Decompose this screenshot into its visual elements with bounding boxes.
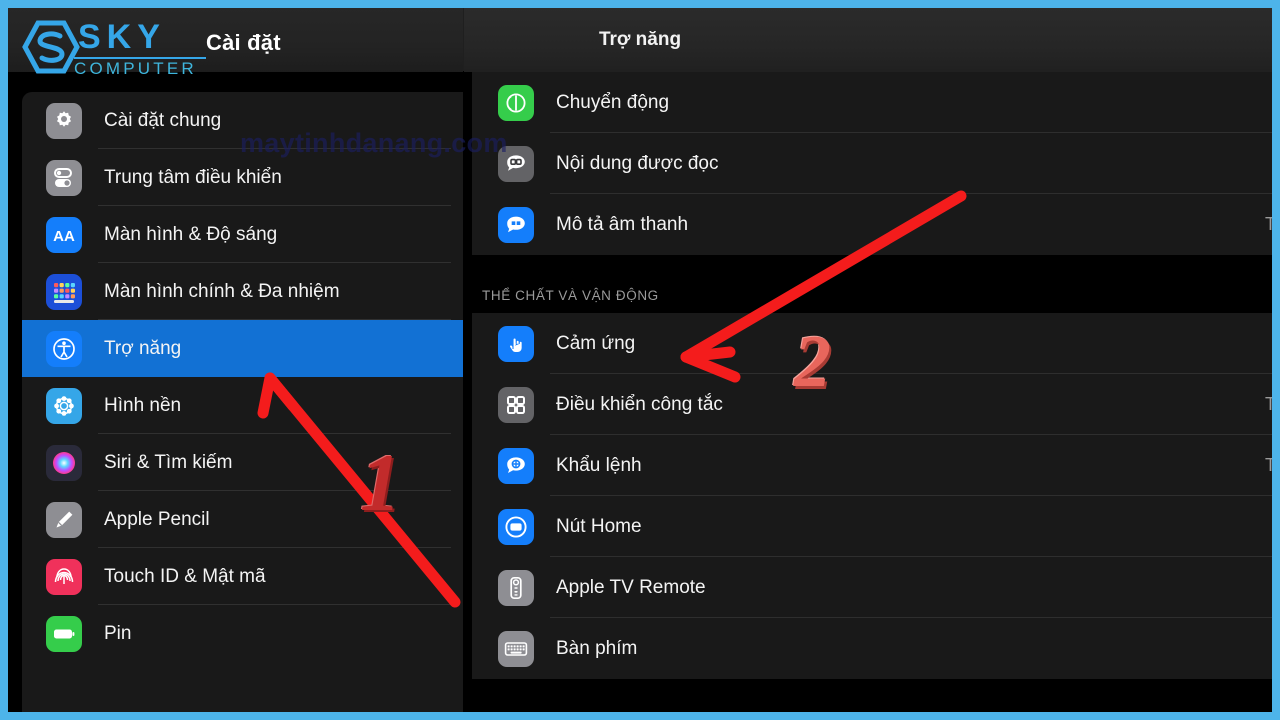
siri-icon [46, 444, 82, 481]
audio-desc-icon [498, 206, 534, 243]
wallpaper-icon [46, 387, 82, 424]
motion-icon [498, 84, 534, 121]
sidebar-item-label: Siri & Tìm kiếm [104, 451, 233, 473]
keyboard-icon [498, 630, 534, 667]
logo-sky-text: SKY [78, 18, 166, 56]
sidebar-item-m-n-h-nh-s-ng[interactable]: AA Màn hình & Độ sáng [22, 206, 463, 263]
toggles-icon [46, 159, 82, 196]
sky-computer-logo: SKY COMPUTER [16, 16, 216, 78]
sidebar-list: Cài đặt chung Trung tâm điều khiển AA Màn h… [22, 92, 463, 712]
settings-row-kh-u-l-nh[interactable]: Khẩu lệnh T [472, 435, 1272, 496]
sidebar-item-label: Màn hình & Độ sáng [104, 223, 278, 245]
sidebar-item-label: Trung tâm điều khiển [104, 166, 282, 188]
sidebar-item-h-nh-n-n[interactable]: Hình nền [22, 377, 463, 434]
accessibility-icon [46, 330, 82, 367]
tablet-screen: Cài đặt Trợ năng SKY COMPUTER maytinhdan… [8, 8, 1272, 712]
accessibility-panel: Chuyển động Nội dung được đọc Mô tả âm tha… [464, 72, 1272, 712]
sidebar-item-label: Hình nền [104, 394, 182, 416]
sidebar-item-label: Pin [104, 622, 132, 644]
home-button-icon [498, 508, 534, 545]
spoken-content-icon [498, 145, 534, 182]
gear-icon [46, 102, 82, 139]
settings-row-n-i-dung-c-c[interactable]: Nội dung được đọc [472, 133, 1272, 194]
settings-row-label: Điều khiển công tắc [556, 393, 723, 415]
battery-icon [46, 615, 82, 652]
section-header: THỂ CHẤT VÀ VẬN ĐỘNG [464, 255, 1272, 313]
sidebar-item-touch-id-m-t-m[interactable]: Touch ID & Mật mã [22, 548, 463, 605]
sidebar-item-siri-t-m-ki-m[interactable]: Siri & Tìm kiếm [22, 434, 463, 491]
sidebar-item-trung-t-m-i-u-khi-n[interactable]: Trung tâm điều khiển [22, 149, 463, 206]
settings-row-label: Nút Home [556, 515, 642, 537]
window-frame: Cài đặt Trợ năng SKY COMPUTER maytinhdan… [0, 0, 1280, 720]
tv-remote-icon [498, 569, 534, 606]
settings-sidebar: Cài đặt chung Trung tâm điều khiển AA Màn h… [8, 72, 463, 712]
aa-text-icon: AA [46, 216, 82, 253]
logo-computer-text: COMPUTER [74, 59, 197, 78]
settings-row-b-n-ph-m[interactable]: Bàn phím [472, 618, 1272, 679]
settings-row-apple-tv-remote[interactable]: Apple TV Remote [472, 557, 1272, 618]
settings-row-m-t-m-thanh[interactable]: Mô tả âm thanh T [472, 194, 1272, 255]
settings-row-label: Apple TV Remote [556, 576, 706, 598]
settings-row-value: T [1265, 394, 1272, 414]
settings-row-label: Nội dung được đọc [556, 152, 719, 174]
settings-group-top: Chuyển động Nội dung được đọc Mô tả âm tha… [472, 72, 1272, 255]
sidebar-item-label: Màn hình chính & Đa nhiệm [104, 280, 340, 302]
settings-title: Cài đặt [206, 30, 281, 55]
sidebar-item-pin[interactable]: Pin [22, 605, 463, 662]
sidebar-item-tr-n-ng[interactable]: Trợ năng [22, 320, 463, 377]
settings-row-label: Cảm ứng [556, 332, 636, 354]
settings-row-value: T [1265, 214, 1272, 234]
sidebar-item-c-i-t-chung[interactable]: Cài đặt chung [22, 92, 463, 149]
sidebar-item-label: Cài đặt chung [104, 109, 222, 131]
fingerprint-icon [46, 558, 82, 595]
settings-row-n-t-home[interactable]: Nút Home [472, 496, 1272, 557]
sidebar-item-label: Trợ năng [104, 337, 182, 359]
settings-row-label: Khẩu lệnh [556, 454, 642, 476]
settings-row-label: Mô tả âm thanh [556, 213, 689, 235]
settings-row-i-u-khi-n-c-ng-t-c[interactable]: Điều khiển công tắc T [472, 374, 1272, 435]
touch-hand-icon [498, 325, 534, 362]
sidebar-item-m-n-h-nh-ch-nh-a-nhi-m[interactable]: Màn hình chính & Đa nhiệm [22, 263, 463, 320]
svg-text:AA: AA [53, 228, 75, 245]
settings-row-value: T [1265, 455, 1272, 475]
pencil-icon [46, 501, 82, 538]
app-grid-icon [46, 273, 82, 310]
settings-row-chuy-n-ng[interactable]: Chuyển động [472, 72, 1272, 133]
sidebar-item-label: Touch ID & Mật mã [104, 565, 266, 587]
settings-row-c-m-ng[interactable]: Cảm ứng [472, 313, 1272, 374]
sidebar-item-apple-pencil[interactable]: Apple Pencil [22, 491, 463, 548]
settings-group-physical-motor: Cảm ứng Điều khiển công tắc T Khẩu lệnh T Nút… [472, 313, 1272, 679]
sky-logo-mark [22, 20, 80, 74]
sidebar-item-label: Apple Pencil [104, 508, 210, 530]
switch-control-icon [498, 386, 534, 423]
settings-row-label: Chuyển động [556, 91, 670, 113]
header-bar: Cài đặt Trợ năng SKY COMPUTER [8, 8, 1272, 78]
settings-row-label: Bàn phím [556, 637, 638, 659]
voice-control-icon [498, 447, 534, 484]
